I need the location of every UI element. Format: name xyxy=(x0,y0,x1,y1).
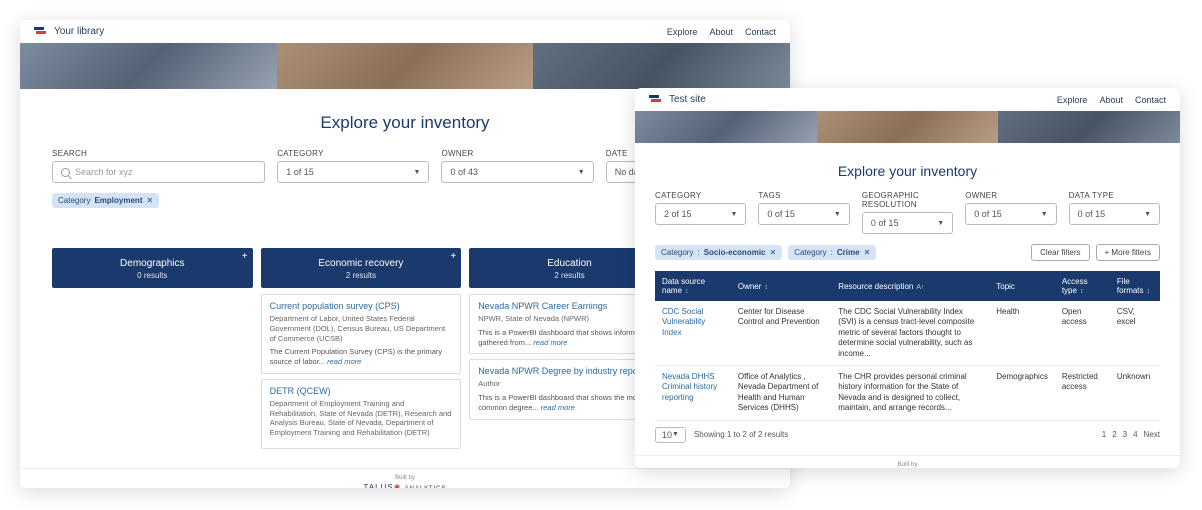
chip-remove-icon[interactable]: ✕ xyxy=(770,248,777,257)
brand[interactable]: Your library xyxy=(34,26,104,37)
col-header[interactable]: Resource descriptionA↑ xyxy=(831,271,989,301)
footer: Built by TALUS✱ ANALYTICS xyxy=(635,455,1180,468)
chip-remove-icon[interactable]: ✕ xyxy=(146,196,153,205)
col-header[interactable]: Owner↕ xyxy=(731,271,831,301)
category-label: CATEGORY xyxy=(277,149,429,158)
chip-remove-icon[interactable]: ✕ xyxy=(864,248,871,257)
col-header[interactable]: Access type↕ xyxy=(1055,271,1110,301)
search-icon xyxy=(61,168,70,177)
logo-icon xyxy=(34,27,48,37)
top-nav: Explore About Contact xyxy=(667,27,776,37)
plus-icon[interactable]: + xyxy=(450,251,456,262)
clear-filters-button[interactable]: Clear filters xyxy=(1031,244,1089,261)
filter-chip[interactable]: Category: Crime ✕ xyxy=(788,245,876,260)
col-header[interactable]: Topic xyxy=(989,271,1055,301)
logo-icon xyxy=(649,95,663,105)
test-site-window: Test site Explore About Contact Explore … xyxy=(635,88,1180,468)
owner-label: OWNER xyxy=(441,149,593,158)
nav-explore[interactable]: Explore xyxy=(667,27,698,37)
table-row: Nevada DHHS Criminal history reporting O… xyxy=(655,365,1160,420)
caret-icon: ▼ xyxy=(578,169,585,176)
hero-banner xyxy=(635,111,1180,143)
caret-icon: ▼ xyxy=(414,169,421,176)
datatype-select[interactable]: 0 of 15▼ xyxy=(1069,203,1160,225)
source-link[interactable]: CDC Social Vulnerability Index xyxy=(655,301,731,365)
page-link[interactable]: 2 xyxy=(1112,430,1116,439)
results-table: Data source name↕ Owner↕ Resource descri… xyxy=(655,271,1160,421)
brand[interactable]: Test site xyxy=(649,94,706,105)
plus-icon[interactable]: + xyxy=(242,251,248,262)
sort-icon: ↕ xyxy=(1147,288,1151,295)
filter-chip[interactable]: Category: Socio-economic ✕ xyxy=(655,245,782,260)
sort-icon: ↕ xyxy=(685,288,689,295)
nav-contact[interactable]: Contact xyxy=(1135,95,1166,105)
table-row: CDC Social Vulnerability Index Center fo… xyxy=(655,301,1160,365)
nav-explore[interactable]: Explore xyxy=(1057,95,1088,105)
search-input[interactable]: Search for xyz xyxy=(52,161,265,183)
owner-select[interactable]: 0 of 15▼ xyxy=(965,203,1056,225)
nav-contact[interactable]: Contact xyxy=(745,27,776,37)
category-select[interactable]: 2 of 15▼ xyxy=(655,203,746,225)
page-link[interactable]: 3 xyxy=(1123,430,1127,439)
source-link[interactable]: Nevada DHHS Criminal history reporting xyxy=(655,365,731,420)
col-header[interactable]: File formats↕ xyxy=(1110,271,1160,301)
nav-about[interactable]: About xyxy=(1099,95,1123,105)
more-filters-button[interactable]: + More filters xyxy=(1096,244,1160,261)
result-entry[interactable]: DETR (QCEW) Department of Employment Tra… xyxy=(261,379,462,449)
nav-about[interactable]: About xyxy=(709,27,733,37)
tags-select[interactable]: 0 of 15▼ xyxy=(758,203,849,225)
category-card[interactable]: + Economic recovery 2 results xyxy=(261,248,462,288)
hero-banner xyxy=(20,43,790,89)
search-label: SEARCH xyxy=(52,149,265,158)
col-header[interactable]: Data source name↕ xyxy=(655,271,731,301)
results-count: Showing 1 to 2 of 2 results xyxy=(694,430,788,439)
read-more-link[interactable]: read more xyxy=(541,403,575,412)
owner-select[interactable]: 0 of 43▼ xyxy=(441,161,593,183)
page-size-select[interactable]: 10 ▼ xyxy=(655,427,686,443)
page-link[interactable]: 1 xyxy=(1102,430,1106,439)
page-next[interactable]: Next xyxy=(1144,430,1160,439)
header: Your library Explore About Contact xyxy=(20,20,790,43)
geo-select[interactable]: 0 of 15▼ xyxy=(862,212,953,234)
sort-icon: ↕ xyxy=(764,284,768,291)
sort-icon: ↕ xyxy=(1080,288,1084,295)
read-more-link[interactable]: read more xyxy=(533,338,567,347)
page-title: Explore your inventory xyxy=(655,163,1160,179)
filter-chip[interactable]: Category Employment ✕ xyxy=(52,193,159,208)
sort-icon: A↑ xyxy=(916,284,924,291)
footer: Built by TALUS✱ ANALYTICS xyxy=(20,468,790,488)
top-nav: Explore About Contact xyxy=(1057,95,1166,105)
category-select[interactable]: 1 of 15▼ xyxy=(277,161,429,183)
pagination: 10 ▼ Showing 1 to 2 of 2 results 1 2 3 4… xyxy=(655,427,1160,443)
brand-text: Test site xyxy=(669,94,706,105)
category-card[interactable]: + Demographics 0 results xyxy=(52,248,253,288)
header: Test site Explore About Contact xyxy=(635,88,1180,111)
read-more-link[interactable]: read more xyxy=(327,357,361,366)
page-link[interactable]: 4 xyxy=(1133,430,1137,439)
brand-text: Your library xyxy=(54,26,104,37)
result-entry[interactable]: Current population survey (CPS) Departme… xyxy=(261,294,462,374)
filter-bar: CATEGORY 2 of 15▼ TAGS 0 of 15▼ GEOGRAPH… xyxy=(655,191,1160,234)
